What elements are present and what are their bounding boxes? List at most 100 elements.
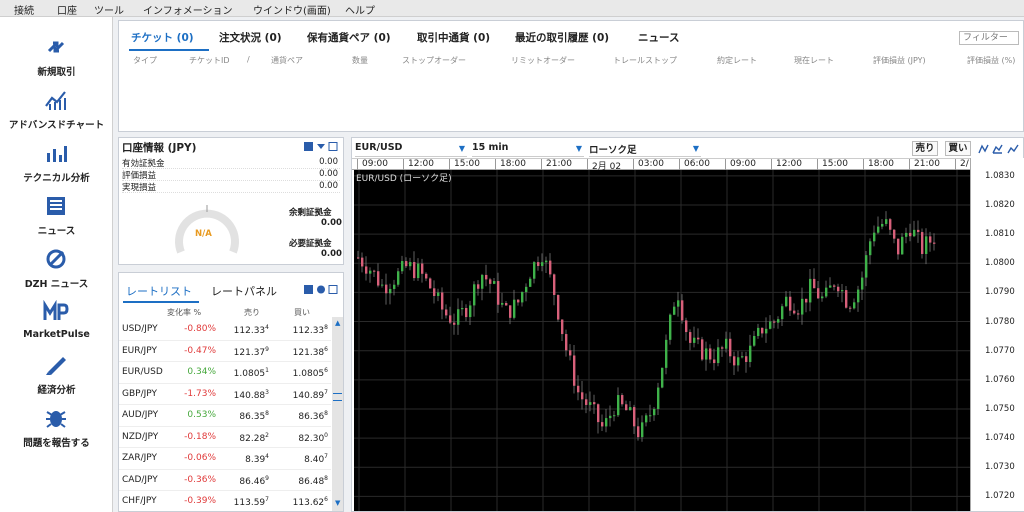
- gear-icon[interactable]: [317, 285, 325, 294]
- header-ask[interactable]: 買い: [294, 307, 310, 318]
- rate-row[interactable]: CHF/JPY -0.39% 113.597 113.626: [119, 491, 331, 511]
- sidebar-item-marketpulse[interactable]: MarketPulse: [0, 294, 113, 344]
- candle-body: [765, 328, 768, 334]
- tab-news[interactable]: ニュース: [638, 30, 679, 45]
- timeframe-select[interactable]: 15 min ▼: [472, 142, 584, 157]
- sidebar-item-technical-analysis[interactable]: テクニカル分析: [0, 135, 113, 185]
- rates-scrollbar[interactable]: ▲ ▼: [332, 317, 343, 511]
- column-header[interactable]: 約定レート: [717, 55, 757, 66]
- menu-account[interactable]: 口座: [57, 2, 77, 17]
- menu-connect[interactable]: 接続: [14, 2, 34, 17]
- rate-bid[interactable]: 86.469: [239, 475, 269, 487]
- column-header[interactable]: タイプ: [133, 55, 157, 66]
- rate-pair: CHF/JPY: [122, 496, 157, 506]
- menu-information[interactable]: インフォメーション: [143, 2, 233, 17]
- candle-body: [813, 278, 816, 289]
- rate-ask[interactable]: 113.626: [293, 496, 328, 508]
- column-header[interactable]: 評価損益 (%): [967, 55, 1015, 66]
- candle-body: [365, 266, 368, 274]
- menu-help[interactable]: ヘルプ: [345, 2, 375, 17]
- rate-ask[interactable]: 86.368: [298, 410, 328, 422]
- sidebar-item-news[interactable]: ニュース: [0, 188, 113, 238]
- chevron-down-icon[interactable]: [317, 144, 325, 149]
- rate-bid[interactable]: 140.883: [234, 389, 269, 401]
- candle-body: [869, 241, 872, 256]
- symbol-select[interactable]: EUR/USD ▼: [355, 142, 467, 157]
- rate-bid[interactable]: 112.334: [234, 324, 269, 336]
- price-plot[interactable]: EUR/USD (ローソク足): [354, 170, 970, 511]
- scroll-down-icon[interactable]: ▼: [335, 499, 340, 507]
- sidebar-item-economic-analysis[interactable]: 経済分析: [0, 347, 113, 397]
- rate-ask[interactable]: 8.407: [304, 453, 328, 465]
- scroll-up-icon[interactable]: ▲: [335, 319, 340, 327]
- candle-body: [761, 327, 764, 334]
- rate-bid[interactable]: 121.379: [234, 346, 269, 358]
- column-header[interactable]: ストップオーダー: [402, 55, 466, 66]
- tab-rate-panel[interactable]: レートパネル: [211, 283, 277, 299]
- rate-change: -0.18%: [184, 431, 216, 442]
- header-bid[interactable]: 売り: [244, 307, 260, 318]
- rate-ask[interactable]: 121.386: [293, 346, 328, 358]
- rate-ask[interactable]: 140.897: [293, 389, 328, 401]
- tab-rate-list[interactable]: レートリスト: [126, 283, 192, 299]
- trend-icon[interactable]: [992, 144, 1003, 154]
- column-header[interactable]: 数量: [352, 55, 368, 66]
- tab-order-status[interactable]: 注文状況 (0): [219, 30, 282, 45]
- popout-icon[interactable]: [328, 285, 338, 294]
- candle-body: [777, 319, 780, 323]
- column-header[interactable]: 現在レート: [794, 55, 834, 66]
- news-icon: [47, 197, 65, 215]
- menu-tools[interactable]: ツール: [94, 2, 124, 17]
- column-header[interactable]: 評価損益 (JPY): [873, 55, 926, 66]
- time-tick: [863, 159, 864, 170]
- rate-ask[interactable]: 1.08056: [293, 367, 328, 379]
- sidebar-item-advanced-chart[interactable]: アドバンスドチャート: [0, 82, 113, 132]
- rate-ask[interactable]: 86.488: [298, 475, 328, 487]
- chart-type-select[interactable]: ローソク足 ▼: [589, 142, 701, 157]
- tab-recent-history[interactable]: 最近の取引履歴 (0): [515, 30, 609, 45]
- rate-pair: GBP/JPY: [122, 388, 157, 399]
- sidebar-item-dzh-news[interactable]: DZH ニュース: [0, 241, 113, 291]
- tab-positions[interactable]: 保有通貨ペア (0): [307, 30, 391, 45]
- marketpulse-icon: [43, 300, 69, 320]
- tab-tickets[interactable]: チケット (0): [131, 30, 194, 45]
- scroll-thumb-icon[interactable]: [333, 393, 342, 401]
- menu-window[interactable]: ウインドウ(画面): [253, 2, 331, 17]
- popout-icon[interactable]: [328, 142, 338, 151]
- column-header[interactable]: チケットID: [189, 55, 230, 66]
- header-change[interactable]: 変化率 %: [167, 307, 201, 318]
- rate-row[interactable]: ZAR/JPY -0.06% 8.394 8.407: [119, 448, 331, 470]
- time-tick-label: 12:00: [776, 159, 802, 169]
- time-axis: 09:00 12:00 15:00 18:00 21:00 2月 02 03:00 06:00…: [352, 158, 970, 172]
- sidebar-item-new-trade[interactable]: 新規取引: [0, 29, 113, 79]
- sell-button[interactable]: 売り: [912, 141, 938, 156]
- rate-ask[interactable]: 82.300: [298, 432, 328, 444]
- tab-open-trades[interactable]: 取引中通貨 (0): [417, 30, 490, 45]
- rate-bid[interactable]: 1.08051: [234, 367, 269, 379]
- rate-bid[interactable]: 82.282: [239, 432, 269, 444]
- rate-row[interactable]: CAD/JPY -0.36% 86.469 86.488: [119, 470, 331, 491]
- save-icon[interactable]: [304, 142, 313, 151]
- rate-bid[interactable]: 86.358: [239, 410, 269, 422]
- rate-row[interactable]: NZD/JPY -0.18% 82.282 82.300: [119, 427, 331, 448]
- rate-row[interactable]: AUD/JPY 0.53% 86.358 86.368: [119, 405, 331, 427]
- rate-ask[interactable]: 112.338: [293, 324, 328, 336]
- rate-row[interactable]: EUR/JPY -0.47% 121.379 121.386: [119, 341, 331, 362]
- column-header[interactable]: 通貨ペア: [271, 55, 303, 66]
- rate-bid[interactable]: 113.597: [234, 496, 269, 508]
- sidebar-item-label: 新規取引: [37, 67, 76, 78]
- rate-row[interactable]: GBP/JPY -1.73% 140.883 140.897: [119, 384, 331, 405]
- rate-bid[interactable]: 8.394: [245, 453, 269, 465]
- column-header[interactable]: トレールストップ: [613, 55, 677, 66]
- filter-input[interactable]: [959, 31, 1019, 45]
- buy-button[interactable]: 買い: [945, 141, 971, 156]
- rate-row[interactable]: EUR/USD 0.34% 1.08051 1.08056: [119, 362, 331, 384]
- column-header: /: [247, 55, 250, 64]
- line-chart-icon[interactable]: [978, 144, 989, 154]
- rate-row[interactable]: USD/JPY -0.80% 112.334 112.338: [119, 319, 331, 341]
- indicator-icon[interactable]: [1007, 144, 1019, 154]
- candle-body: [573, 355, 576, 386]
- save-icon[interactable]: [304, 285, 313, 294]
- sidebar-item-report-problem[interactable]: 問題を報告する: [0, 400, 113, 450]
- column-header[interactable]: リミットオーダー: [511, 55, 575, 66]
